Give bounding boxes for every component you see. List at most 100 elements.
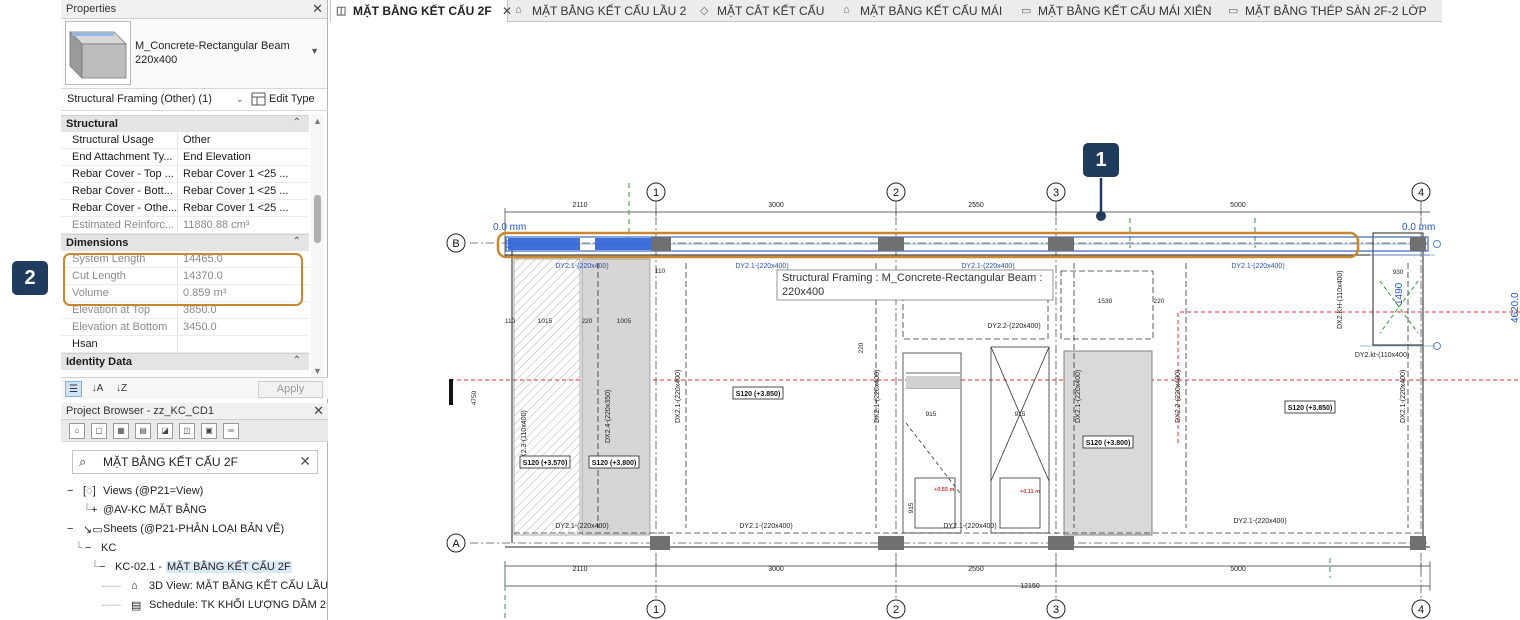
- search-input[interactable]: [103, 454, 293, 470]
- group-dimensions[interactable]: Dimensions ⌃: [61, 234, 309, 251]
- collapse-toggle-icon[interactable]: −: [85, 542, 91, 554]
- properties-scrollbar[interactable]: ▲ ▼: [311, 115, 324, 377]
- grid-label-2: 2: [893, 187, 899, 199]
- grid-label-b: B: [452, 238, 459, 250]
- sheet-icon: ▭: [1228, 5, 1239, 17]
- tab-mat-bang-ket-cau-mai-xien[interactable]: ▭ MẶT BẰNG KẾT CẤU MÁI XIÊN: [1016, 0, 1212, 22]
- drafting-icon[interactable]: ▦: [113, 423, 129, 439]
- property-row[interactable]: Hsan: [61, 336, 309, 353]
- edit-type-button[interactable]: Edit Type: [251, 92, 315, 106]
- property-value[interactable]: Other: [178, 132, 309, 148]
- tab-mat-cat-ket-cau[interactable]: ◇ MẶT CẮT KẾT CẤU: [695, 0, 824, 22]
- sheet-icon[interactable]: ◪: [157, 423, 173, 439]
- categorized-icon[interactable]: ☰: [65, 381, 82, 397]
- type-selector[interactable]: M_Concrete-Rectangular Beam 220x400 ▼: [61, 19, 327, 89]
- callout-badge-2: 2: [12, 261, 48, 295]
- collapse-toggle-icon[interactable]: −: [99, 561, 105, 573]
- tree-node-schedule[interactable]: ┈┈┈ ▤ Schedule: TK KHỐI LƯỢNG DẦM 2: [61, 596, 328, 615]
- tab-mat-bang-ket-cau-mai[interactable]: ⌂ MẶT BẰNG KẾT CẤU MÁI: [838, 0, 1002, 22]
- property-value[interactable]: [178, 336, 309, 352]
- collapse-icon[interactable]: ⌃: [293, 236, 301, 247]
- project-browser-tree: − [◌] Views (@P21=View) └ + @AV-KC MẶT B…: [61, 482, 328, 615]
- property-row[interactable]: Estimated Reinforc... 11880.88 cm³: [61, 217, 309, 234]
- tab-mat-bang-ket-cau-2f[interactable]: floorplan-icon ◫ MẶT BẰNG KẾT CẤU 2F ✕: [330, 0, 512, 22]
- scroll-thumb[interactable]: [314, 195, 321, 243]
- callout-outline-dimensions: [63, 253, 303, 306]
- schedule-icon[interactable]: ▤: [135, 423, 151, 439]
- tab-mat-bang-ket-cau-lau-2[interactable]: ⌂ MẶT BẰNG KẾT CẤU LẦU 2: [510, 0, 686, 22]
- property-row[interactable]: Structural Usage Other: [61, 132, 309, 149]
- group-icon[interactable]: ▣: [201, 423, 217, 439]
- close-icon[interactable]: ✕: [313, 403, 324, 419]
- expand-toggle-icon[interactable]: +: [91, 504, 97, 516]
- property-row[interactable]: Rebar Cover - Othe... Rebar Cover 1 <25 .…: [61, 200, 309, 217]
- property-key: Structural Usage: [61, 132, 178, 148]
- beam-label: DY2.1-(220x400): [961, 263, 1014, 270]
- property-value[interactable]: 3450.0: [178, 319, 309, 335]
- collapse-icon[interactable]: ⌃: [293, 355, 301, 366]
- tree-node-sheets[interactable]: − ↘▭ Sheets (@P21-PHÂN LOẠI BẢN VẼ): [61, 520, 328, 539]
- close-icon[interactable]: ✕: [312, 1, 323, 17]
- property-key: Rebar Cover - Bott...: [61, 183, 178, 199]
- drawing-canvas[interactable]: 1 2 3 4 1 2 3 4 B A 2110 3000 2550 5000 …: [330, 23, 1520, 620]
- dim-total: 12150: [1020, 583, 1040, 590]
- sort-ascending-icon[interactable]: ↓A: [89, 381, 106, 397]
- tooltip-line-2: 220x400: [782, 286, 824, 298]
- tab-mat-bang-thep-san[interactable]: ▭ MẶT BẰNG THÉP SÀN 2F-2 LỚP: [1223, 0, 1427, 22]
- edit-type-icon: [251, 92, 266, 106]
- right-readout[interactable]: 4620.0: [1510, 292, 1520, 323]
- offset-right[interactable]: 0.0 mm: [1402, 222, 1435, 233]
- tree-node-kc[interactable]: └ − KC: [61, 539, 328, 558]
- type-name: M_Concrete-Rectangular Beam 220x400: [135, 39, 290, 67]
- link-icon[interactable]: ∞: [223, 423, 239, 439]
- property-row[interactable]: Rebar Cover - Bott... Rebar Cover 1 <25 .…: [61, 183, 309, 200]
- apply-button[interactable]: Apply: [258, 381, 323, 398]
- collapse-toggle-icon[interactable]: −: [67, 485, 73, 497]
- group-structural[interactable]: Structural ⌃: [61, 115, 309, 132]
- property-value[interactable]: Rebar Cover 1 <25 ...: [178, 166, 309, 182]
- collapse-icon[interactable]: ⌃: [293, 117, 301, 128]
- dim-top-4: 5000: [1230, 202, 1246, 209]
- tree-node-3d-view[interactable]: ┈┈┈ ⌂ 3D View: MẶT BẰNG KẾT CẤU LẦU: [61, 577, 328, 596]
- property-value[interactable]: Rebar Cover 1 <25 ...: [178, 200, 309, 216]
- home-icon[interactable]: ⌂: [69, 423, 85, 439]
- blue-dim[interactable]: 1490: [1394, 282, 1405, 305]
- col-label: DX2.1-(220x400): [675, 370, 682, 423]
- tab-label: MẶT CẮT KẾT CẤU: [717, 4, 825, 18]
- grid-label-a: A: [452, 538, 460, 550]
- col-label: DX2.1-(220x400): [1400, 370, 1407, 423]
- group-identity-data[interactable]: Identity Data ⌃: [61, 353, 309, 370]
- chevron-down-icon[interactable]: ⌄: [236, 94, 244, 105]
- beam-label: DY2.1-(220x400): [555, 523, 608, 530]
- tree-node-av-kc[interactable]: └ + @AV-KC MẶT BẰNG: [61, 501, 328, 520]
- dim-bottom-1: 2110: [572, 566, 587, 573]
- col-label: DX2.1-(220x400): [1075, 370, 1082, 423]
- type-name-line-2: 220x400: [135, 54, 178, 66]
- property-value[interactable]: 11880.88 cm³: [178, 217, 309, 233]
- small-dim: 915: [908, 502, 915, 513]
- col-label: DX2.1-(220x400): [874, 370, 881, 423]
- section-icon: ◇: [700, 5, 709, 17]
- slab-tag: S120 (+3.850): [1288, 405, 1333, 412]
- family-icon[interactable]: ◫: [179, 423, 195, 439]
- tree-node-sheet-kc021[interactable]: └ − KC-02.1 - MẶT BẰNG KẾT CẤU 2F: [61, 558, 328, 577]
- tree-node-views[interactable]: − [◌] Views (@P21=View): [61, 482, 328, 501]
- sort-descending-icon[interactable]: ↓Z: [113, 381, 130, 397]
- tree-connector: └: [91, 561, 99, 573]
- browser-search[interactable]: ⌕ ✕: [72, 450, 318, 474]
- scroll-down-icon[interactable]: ▼: [313, 366, 322, 376]
- small-dim: 915: [1015, 411, 1026, 418]
- view-icon[interactable]: ▢: [91, 423, 107, 439]
- property-row[interactable]: Elevation at Bottom 3450.0: [61, 319, 309, 336]
- instance-filter[interactable]: Structural Framing (Other) (1): [67, 93, 247, 105]
- collapse-toggle-icon[interactable]: −: [67, 523, 73, 535]
- property-row[interactable]: Rebar Cover - Top ... Rebar Cover 1 <25 .…: [61, 166, 309, 183]
- property-value[interactable]: Rebar Cover 1 <25 ...: [178, 183, 309, 199]
- property-row[interactable]: End Attachment Ty... End Elevation: [61, 149, 309, 166]
- clear-icon[interactable]: ✕: [299, 453, 311, 470]
- property-key: Elevation at Bottom: [61, 319, 178, 335]
- offset-left[interactable]: 0.0 mm: [493, 222, 526, 233]
- scroll-up-icon[interactable]: ▲: [313, 116, 322, 126]
- property-value[interactable]: End Elevation: [178, 149, 309, 165]
- chevron-down-icon[interactable]: ▼: [310, 46, 319, 56]
